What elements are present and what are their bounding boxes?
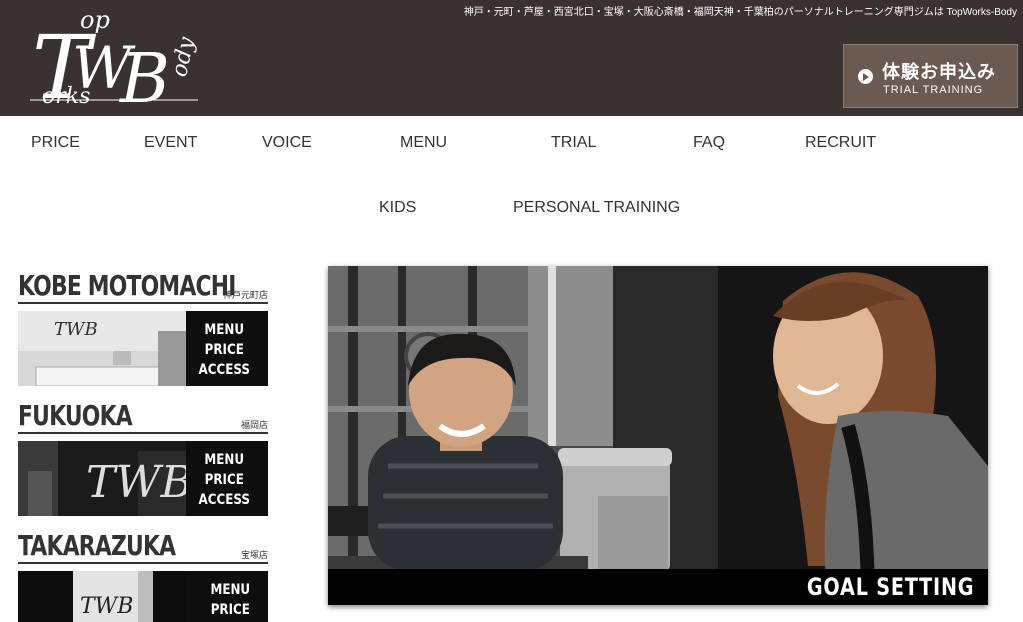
trial-button-label: 体験お申込み (882, 62, 996, 82)
hero-caption: GOAL SETTING (328, 569, 988, 605)
store-link-access[interactable]: ACCESS (198, 490, 249, 510)
trial-training-button[interactable]: 体験お申込み TRIAL TRAINING (843, 44, 1018, 108)
store-photo: TWB (18, 441, 188, 516)
store-name-jp: 神戸元町店 (222, 290, 268, 300)
nav-kids[interactable]: KIDS (379, 199, 416, 217)
store-link-price[interactable]: PRICE (211, 600, 251, 620)
store-links: MENU PRICE (207, 580, 254, 620)
hero-caption-text: GOAL SETTING (806, 573, 974, 601)
nav-price[interactable]: PRICE (31, 134, 80, 152)
store-card-takarazuka[interactable]: TWB MENU PRICE (18, 571, 268, 622)
hero-slider[interactable]: GOAL SETTING (328, 266, 988, 605)
store-name: FUKUOKA (18, 399, 133, 432)
store-name: KOBE MOTOMACHI (18, 269, 236, 302)
divider (18, 302, 268, 304)
svg-text:TWB: TWB (86, 457, 188, 508)
svg-text:TWB: TWB (54, 319, 98, 340)
svg-text:orks: orks (42, 84, 90, 106)
store-title-kobe[interactable]: KOBE MOTOMACHI 神戸元町店 (18, 268, 268, 304)
hero-image (328, 266, 988, 605)
divider (18, 432, 268, 434)
store-card-kobe[interactable]: TWB MENU PRICE ACCESS (18, 311, 268, 386)
header-tagline: 神戸・元町・芦屋・西宮北口・宝塚・大阪心斎橋・福岡天神・千葉柏のパーソナルトレー… (463, 7, 1017, 18)
nav-menu[interactable]: MENU (400, 134, 447, 152)
svg-text:op: op (80, 6, 110, 34)
store-links: MENU PRICE ACCESS (194, 320, 254, 380)
svg-text:ody: ody (167, 34, 200, 79)
site-logo[interactable]: T op W orks B ody (28, 6, 200, 106)
store-links: MENU PRICE ACCESS (194, 450, 254, 510)
nav-event[interactable]: EVENT (144, 134, 197, 152)
store-link-menu[interactable]: MENU (198, 320, 249, 340)
divider (18, 562, 268, 564)
site-header: T op W orks B ody 神戸・元町・芦屋・西宮北口・宝塚・大阪心斎橋… (0, 0, 1023, 116)
nav-recruit[interactable]: RECRUIT (805, 134, 876, 152)
play-icon (858, 69, 873, 84)
svg-text:TWB: TWB (80, 594, 133, 619)
store-title-takarazuka[interactable]: TAKARAZUKA 宝塚店 (18, 528, 268, 564)
store-link-price[interactable]: PRICE (198, 340, 249, 360)
store-link-menu[interactable]: MENU (211, 580, 251, 600)
nav-trial[interactable]: TRIAL (551, 134, 596, 152)
store-link-price[interactable]: PRICE (198, 470, 249, 490)
store-card-fukuoka[interactable]: TWB MENU PRICE ACCESS (18, 441, 268, 516)
store-name: TAKARAZUKA (18, 529, 176, 562)
nav-personal-training[interactable]: PERSONAL TRAINING (513, 199, 680, 217)
nav-faq[interactable]: FAQ (693, 134, 725, 152)
store-photo: TWB (18, 571, 188, 622)
store-photo: TWB (18, 311, 188, 386)
trial-button-sublabel: TRIAL TRAINING (883, 84, 984, 96)
store-name-jp: 福岡店 (240, 420, 268, 430)
svg-text:B: B (118, 40, 170, 106)
store-name-jp: 宝塚店 (240, 550, 268, 560)
store-link-access[interactable]: ACCESS (198, 360, 249, 380)
nav-voice[interactable]: VOICE (262, 134, 312, 152)
store-link-menu[interactable]: MENU (198, 450, 249, 470)
store-title-fukuoka[interactable]: FUKUOKA 福岡店 (18, 398, 268, 434)
